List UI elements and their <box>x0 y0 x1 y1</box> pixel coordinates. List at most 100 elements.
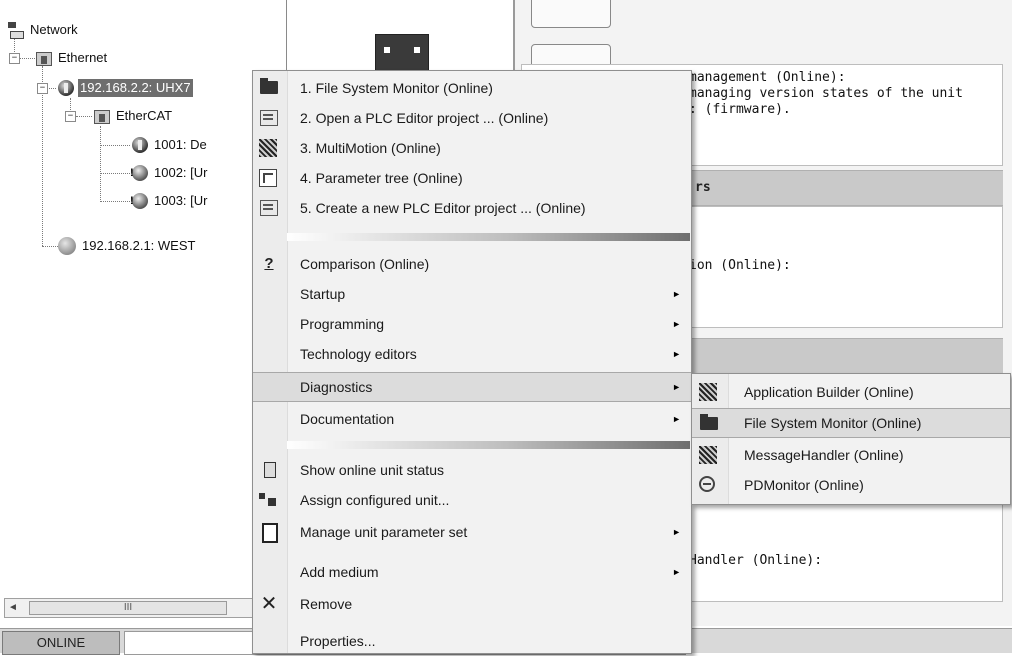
tree-node-network[interactable]: Network <box>6 20 80 40</box>
scrollbar-grip: III <box>123 602 133 613</box>
project-tree-pane: − − − Network Ethernet 192.168.2.2: UHX7… <box>0 0 287 626</box>
menu-item-label: 4. Parameter tree (Online) <box>300 170 463 186</box>
menu-item-label: Documentation <box>300 411 395 427</box>
submenu-item-pdmonitor[interactable]: PDMonitor (Online) <box>692 470 1010 500</box>
tree-connector <box>42 246 58 247</box>
submenu-item-label: PDMonitor (Online) <box>744 477 864 493</box>
tree-connector <box>100 173 130 174</box>
menu-item-label: Technology editors <box>300 346 417 362</box>
tree-node-west[interactable]: 192.168.2.1: WEST <box>58 236 197 256</box>
ethercat-bus-icon <box>92 107 110 125</box>
question-icon: ? <box>264 255 274 272</box>
menu-item-label: Startup <box>300 286 346 302</box>
menu-item-label: Comparison (Online) <box>300 256 430 272</box>
menu-item-comparison[interactable]: ? Comparison (Online) <box>253 249 691 279</box>
tree-node-ethercat[interactable]: EtherCAT <box>92 106 174 126</box>
horizontal-scrollbar[interactable]: ◄ III <box>4 598 284 618</box>
tree-collapse-toggle[interactable]: − <box>65 111 76 122</box>
menu-item-add-medium[interactable]: Add medium ► <box>253 557 691 587</box>
menu-item-programming[interactable]: Programming ► <box>253 309 691 339</box>
submenu-arrow-icon: ► <box>672 382 681 392</box>
parameter-tree-icon <box>259 169 279 187</box>
ethernet-bus-icon <box>34 49 52 67</box>
menu-item-label: 3. MultiMotion (Online) <box>300 140 441 156</box>
submenu-arrow-icon: ► <box>672 319 681 329</box>
menu-separator <box>287 441 690 449</box>
folder-icon <box>259 78 279 97</box>
menu-item-show-online-unit-status[interactable]: Show online unit status <box>253 455 691 485</box>
menu-item-assign-configured-unit[interactable]: Assign configured unit... <box>253 485 691 515</box>
tree-node-label: Ethernet <box>58 50 108 65</box>
tree-connector <box>100 201 130 202</box>
menu-item-file-system-monitor[interactable]: 1. File System Monitor (Online) <box>253 73 691 103</box>
tree-collapse-toggle[interactable]: − <box>9 53 20 64</box>
menu-item-create-plc-project[interactable]: 5. Create a new PLC Editor project ... (… <box>253 193 691 223</box>
menu-item-label: Add medium <box>300 564 379 580</box>
menu-item-label: Manage unit parameter set <box>300 524 468 540</box>
message-handler-icon <box>699 446 719 464</box>
drive-device-icon <box>132 137 148 153</box>
tree-node-device-1002[interactable]: 1002: [Ur <box>130 163 209 183</box>
submenu-item-application-builder[interactable]: Application Builder (Online) <box>692 377 1010 407</box>
tree-node-label: 1001: De <box>154 137 207 152</box>
tree-node-device-1001[interactable]: 1001: De <box>132 135 209 155</box>
plc-project-icon <box>259 199 279 217</box>
submenu-arrow-icon: ► <box>672 414 681 424</box>
menu-item-parameter-tree[interactable]: 4. Parameter tree (Online) <box>253 163 691 193</box>
menu-item-label: Remove <box>300 596 353 612</box>
application-builder-icon <box>699 383 719 401</box>
context-menu: 1. File System Monitor (Online) 2. Open … <box>252 70 692 654</box>
tree-node-label: EtherCAT <box>116 108 173 123</box>
tree-node-label: 1003: [Ur <box>154 193 208 208</box>
folder-icon <box>699 414 719 433</box>
submenu-arrow-icon: ► <box>672 289 681 299</box>
menu-item-multimotion[interactable]: 3. MultiMotion (Online) <box>253 133 691 163</box>
info-text: management (Online): managing version st… <box>689 70 963 117</box>
warning-device-icon <box>130 165 148 181</box>
menu-item-documentation[interactable]: Documentation ► <box>253 404 691 434</box>
submenu-item-message-handler[interactable]: MessageHandler (Online) <box>692 440 1010 470</box>
offline-unit-icon <box>58 237 76 255</box>
submenu-arrow-icon: ► <box>672 527 681 537</box>
scrollbar-thumb[interactable]: III <box>29 601 227 615</box>
tree-node-device-1003[interactable]: 1003: [Ur <box>130 191 209 211</box>
tree-node-label: 192.168.2.2: UHX7 <box>78 79 193 97</box>
tool-button[interactable] <box>531 0 611 28</box>
diagnostics-submenu: Application Builder (Online) File System… <box>691 373 1011 505</box>
section-header-label: rs <box>695 180 711 195</box>
info-text: ion (Online): <box>689 258 791 273</box>
menu-item-label: 5. Create a new PLC Editor project ... (… <box>300 200 586 216</box>
tree-connector <box>100 126 101 202</box>
remove-icon: ✕ <box>260 593 278 615</box>
controller-unit-icon <box>58 80 74 96</box>
menu-item-label: 1. File System Monitor (Online) <box>300 80 493 96</box>
tree-node-ethernet[interactable]: Ethernet <box>34 48 109 68</box>
warning-device-icon <box>130 193 148 209</box>
parameter-set-icon <box>259 523 279 543</box>
menu-item-label: Diagnostics <box>300 379 373 395</box>
submenu-item-label: File System Monitor (Online) <box>744 415 922 431</box>
assign-unit-icon <box>259 491 279 509</box>
menu-item-label: Show online unit status <box>300 462 444 478</box>
submenu-arrow-icon: ► <box>672 567 681 577</box>
menu-item-manage-unit-parameter-set[interactable]: Manage unit parameter set ► <box>253 517 691 547</box>
submenu-arrow-icon: ► <box>672 349 681 359</box>
menu-item-technology-editors[interactable]: Technology editors ► <box>253 339 691 369</box>
menu-item-startup[interactable]: Startup ► <box>253 279 691 309</box>
tree-node-label: 192.168.2.1: WEST <box>82 238 196 253</box>
tree-connector <box>100 145 130 146</box>
tree-node-label: 1002: [Ur <box>154 165 208 180</box>
tree-node-unit-selected[interactable]: 192.168.2.2: UHX7 <box>58 78 193 98</box>
multimotion-icon <box>259 139 279 157</box>
menu-item-open-plc-project[interactable]: 2. Open a PLC Editor project ... (Online… <box>253 103 691 133</box>
menu-item-label: Programming <box>300 316 385 332</box>
menu-item-diagnostics[interactable]: Diagnostics ► <box>253 372 691 402</box>
tree-node-label: Network <box>30 22 78 37</box>
submenu-item-file-system-monitor[interactable]: File System Monitor (Online) <box>692 408 1010 438</box>
tree-collapse-toggle[interactable]: − <box>37 83 48 94</box>
plc-project-icon <box>259 109 279 127</box>
scroll-left-icon[interactable]: ◄ <box>5 599 21 617</box>
unit-status-icon <box>259 461 279 479</box>
menu-item-remove[interactable]: ✕ Remove <box>253 589 691 619</box>
device-picture-icon <box>375 34 429 74</box>
